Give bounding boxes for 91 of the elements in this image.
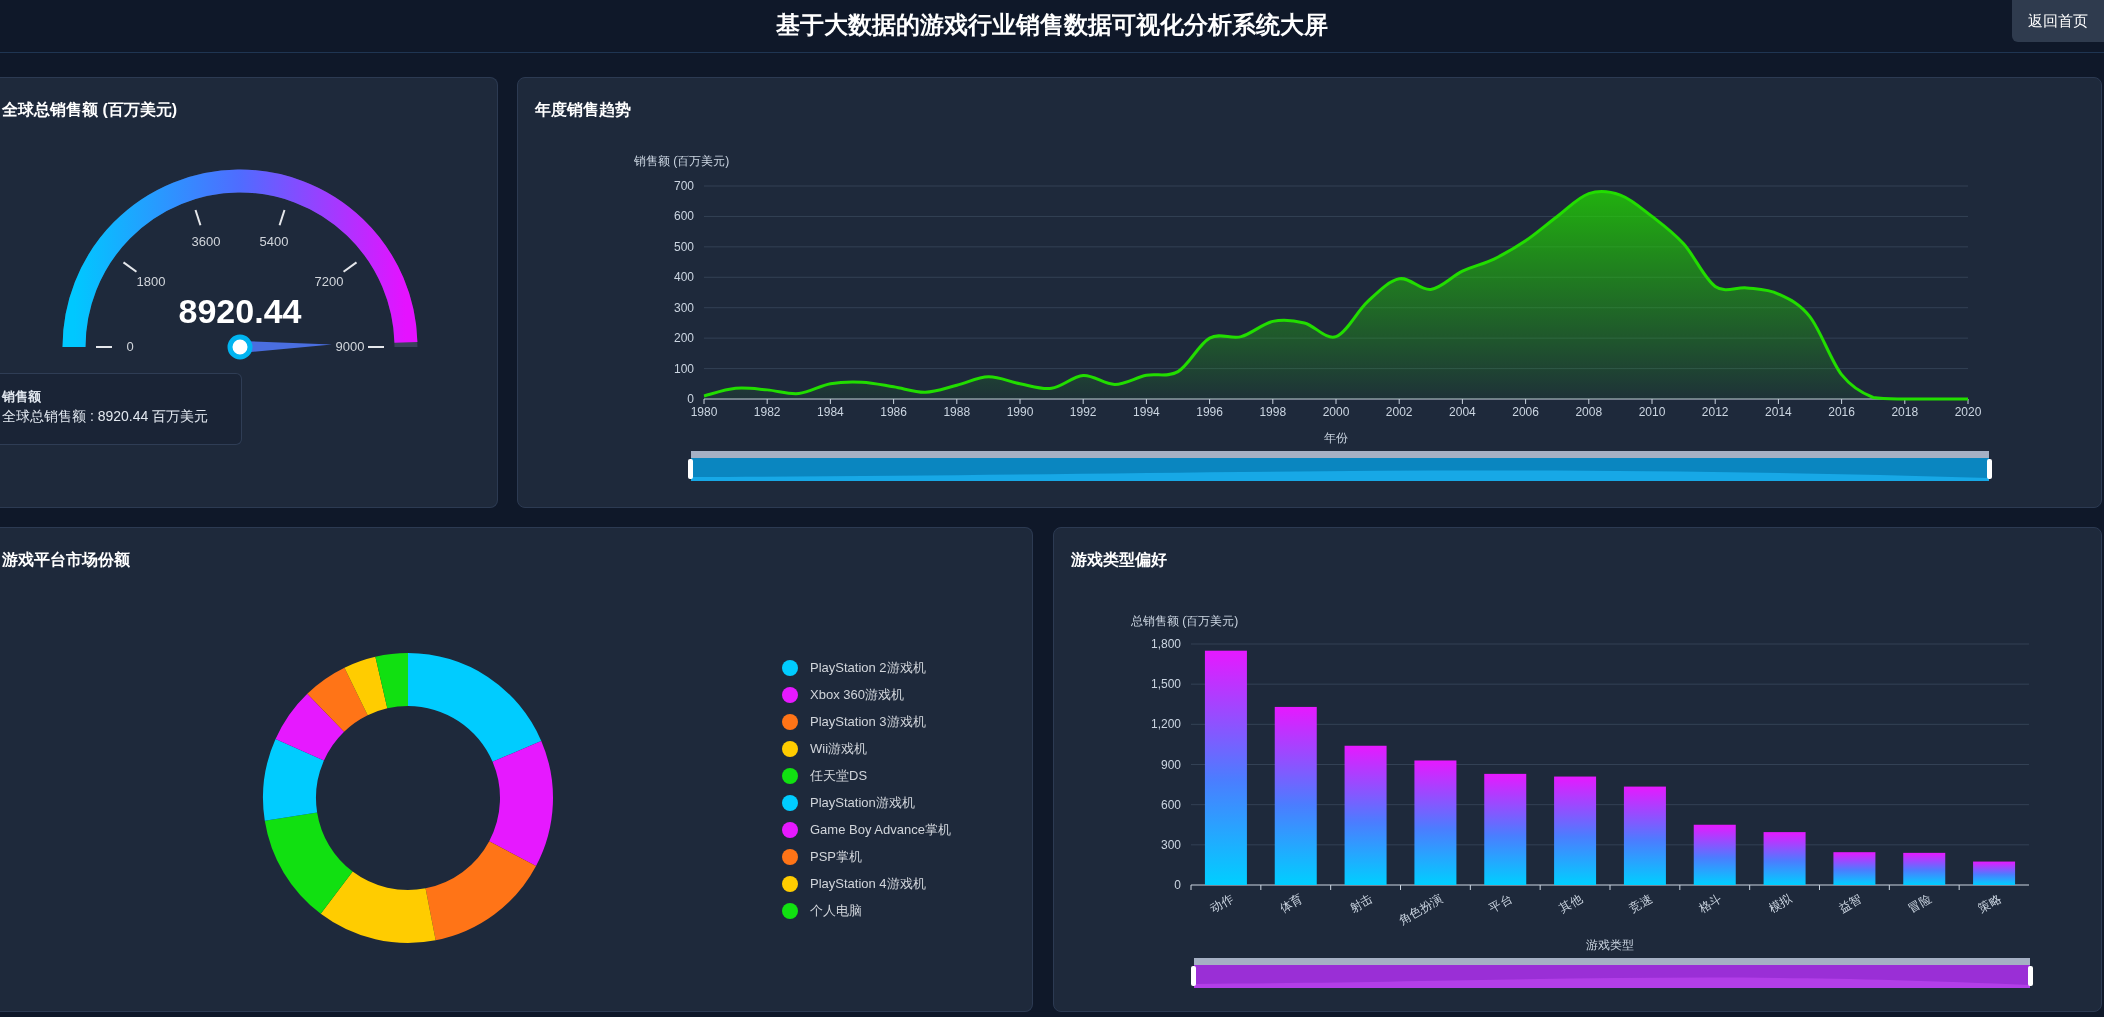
tooltip-title: 销售额 xyxy=(2,390,42,403)
bar xyxy=(1973,861,2016,885)
bar xyxy=(1763,832,1806,885)
axis-tick-label: 1988 xyxy=(943,405,971,419)
axis-tick-label: 1990 xyxy=(1006,405,1034,419)
tick-label: 7200 xyxy=(314,274,344,290)
axis-tick-label: 0 xyxy=(687,392,694,406)
axis-tick-label: 1,800 xyxy=(1150,637,1181,651)
legend-label[interactable]: Game Boy Advance掌机 xyxy=(810,820,951,840)
axis-tick-label: 600 xyxy=(673,209,694,224)
category-label: 冒险 xyxy=(1905,891,1934,916)
category-label: 其他 xyxy=(1556,891,1585,916)
category-label: 角色扮演 xyxy=(1396,891,1445,928)
axis-tick-label: 500 xyxy=(673,239,694,254)
axis-tick-label: 1994 xyxy=(1133,405,1160,419)
axis-tick-label: 2000 xyxy=(1322,405,1350,419)
axis-tick-label: 1980 xyxy=(690,405,718,419)
axis-tick-label: 1982 xyxy=(753,405,781,419)
category-label: 动作 xyxy=(1207,891,1236,916)
tick-label: 9000 xyxy=(335,339,365,354)
tick-mark xyxy=(278,209,286,227)
tooltip-text: 全球总销售额 : 8920.44 百万美元 xyxy=(2,409,210,423)
axis-tick-label: 2006 xyxy=(1512,405,1539,419)
bar xyxy=(1693,824,1736,885)
category-label: 平台 xyxy=(1486,891,1515,916)
bar xyxy=(1833,852,1876,885)
category-label: 射击 xyxy=(1347,891,1376,916)
axis-tick-label: 2012 xyxy=(1701,405,1729,419)
axis-tick-label: 2008 xyxy=(1575,405,1603,419)
axis-tick-label: 0 xyxy=(1174,878,1181,892)
axis-tick-label: 2018 xyxy=(1891,405,1919,419)
legend-label[interactable]: PlayStation 4游戏机 xyxy=(810,874,926,894)
range-slider[interactable] xyxy=(1191,958,2033,988)
axis-tick-label: 2010 xyxy=(1638,405,1666,419)
axis-tick-label: 1996 xyxy=(1196,405,1223,419)
tick-mark xyxy=(194,209,202,227)
tick-mark xyxy=(367,346,385,348)
bar xyxy=(1903,852,1946,885)
donut-slice xyxy=(307,667,368,732)
tick-mark xyxy=(122,261,138,273)
axis-tick-label: 600 xyxy=(1160,797,1181,812)
tick-mark xyxy=(342,261,358,273)
axis-tick-label: 900 xyxy=(1160,757,1181,772)
category-label: 策略 xyxy=(1975,891,2004,916)
axis-tick-label: 400 xyxy=(673,270,694,285)
axis-tick-label: 2004 xyxy=(1449,405,1476,419)
axis-title: 销售额 (百万美元) xyxy=(634,154,730,168)
legend-label[interactable]: 个人电脑 xyxy=(810,901,862,921)
axis-title: 年份 xyxy=(1324,431,1348,445)
axis-tick-label: 100 xyxy=(673,361,694,376)
page-title: 基于大数据的游戏行业销售数据可视化分析系统大屏 xyxy=(776,10,1328,40)
legend-label[interactable]: PlayStation 3游戏机 xyxy=(810,712,926,732)
axis-tick-label: 300 xyxy=(1160,837,1181,852)
legend-label[interactable]: Wii游戏机 xyxy=(810,739,868,759)
axis-tick-label: 1986 xyxy=(880,405,907,419)
axis-tick-label: 1,500 xyxy=(1150,677,1181,692)
category-label: 益智 xyxy=(1836,891,1864,916)
axis-tick-label: 200 xyxy=(673,331,694,346)
legend-label[interactable]: PlayStation游戏机 xyxy=(810,793,915,813)
card-title: 游戏类型偏好 xyxy=(1071,551,1167,568)
axis-title: 总销售额 (百万美元) xyxy=(1131,614,1239,628)
category-label: 模拟 xyxy=(1766,891,1795,916)
gauge-value: 8920.44 xyxy=(178,292,302,330)
card-title: 全球总销售额 (百万美元) xyxy=(2,101,178,118)
axis-tick-label: 300 xyxy=(673,300,694,315)
axis-tick-label: 2020 xyxy=(1954,405,1982,419)
legend-label[interactable]: PlayStation 2游戏机 xyxy=(810,658,926,678)
range-slider[interactable] xyxy=(688,451,1992,481)
tick-label: 1800 xyxy=(136,274,166,290)
tick-label: 5400 xyxy=(259,234,289,250)
axis-tick-label: 700 xyxy=(673,179,694,193)
card-title: 年度销售趋势 xyxy=(535,101,631,118)
legend-label[interactable]: 任天堂DS xyxy=(810,766,868,786)
legend-label[interactable]: Xbox 360游戏机 xyxy=(810,685,904,705)
axis-tick-label: 1984 xyxy=(817,405,844,419)
axis-tick-label: 2014 xyxy=(1765,405,1792,419)
legend-label[interactable]: PSP掌机 xyxy=(810,847,862,867)
tick-label: 0 xyxy=(126,339,134,354)
category-label: 竞速 xyxy=(1626,891,1655,916)
axis-tick-label: 1992 xyxy=(1069,405,1097,419)
card-title: 游戏平台市场份额 xyxy=(2,551,130,568)
axis-tick-label: 1998 xyxy=(1259,405,1287,419)
category-label: 格斗 xyxy=(1696,891,1725,916)
axis-tick-label: 1,200 xyxy=(1150,717,1181,732)
tick-mark xyxy=(95,346,113,348)
tick-label: 3600 xyxy=(191,234,221,250)
category-label: 体育 xyxy=(1277,891,1306,916)
home-button[interactable]: 返回首页 xyxy=(2012,0,2104,42)
axis-title: 游戏类型 xyxy=(1586,938,1634,952)
axis-tick-label: 2016 xyxy=(1828,405,1855,419)
axis-tick-label: 2002 xyxy=(1385,405,1413,419)
